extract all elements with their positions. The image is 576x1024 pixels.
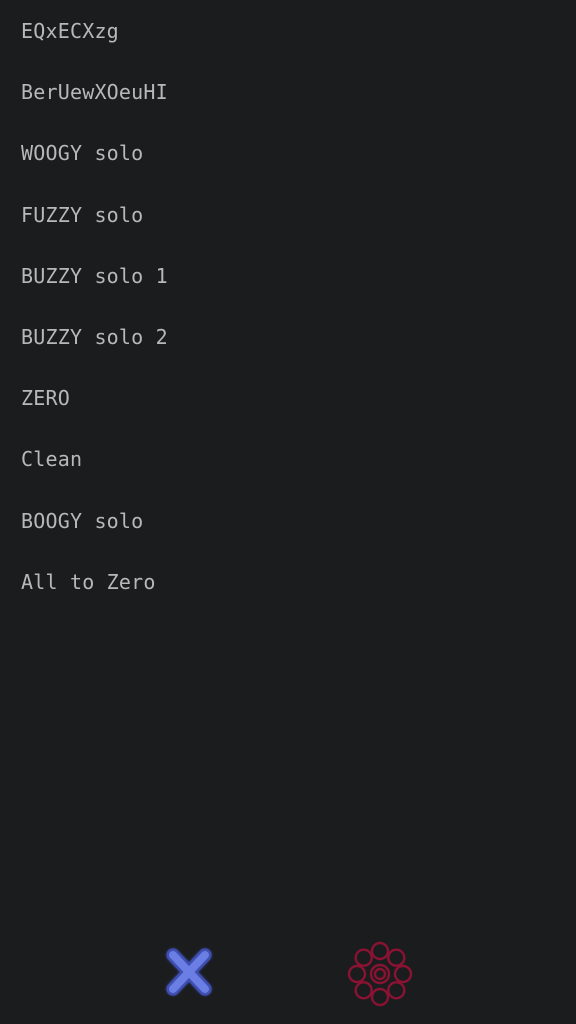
preset-item[interactable]: BOOGY solo — [0, 491, 576, 552]
x-logo-button[interactable] — [163, 946, 215, 998]
preset-item[interactable]: BUZZY solo 2 — [0, 307, 576, 368]
preset-item[interactable]: FUZZY solo — [0, 185, 576, 246]
preset-item[interactable]: EQxECXzg — [0, 1, 576, 62]
flower-logo-button[interactable] — [346, 940, 414, 1008]
preset-item[interactable]: All to Zero — [0, 552, 576, 613]
preset-item[interactable]: Clean — [0, 429, 576, 490]
bottom-bar — [0, 914, 576, 1024]
preset-item[interactable]: BerUewXOeuHI — [0, 62, 576, 123]
flower-logo-icon — [347, 941, 413, 1007]
x-logo-icon — [166, 948, 212, 996]
preset-item[interactable]: BUZZY solo 1 — [0, 246, 576, 307]
preset-item[interactable]: ZERO — [0, 368, 576, 429]
preset-item[interactable]: WOOGY solo — [0, 123, 576, 184]
preset-list: EQxECXzg BerUewXOeuHI WOOGY solo FUZZY s… — [0, 0, 576, 613]
preset-screen: EQxECXzg BerUewXOeuHI WOOGY solo FUZZY s… — [0, 0, 576, 1024]
